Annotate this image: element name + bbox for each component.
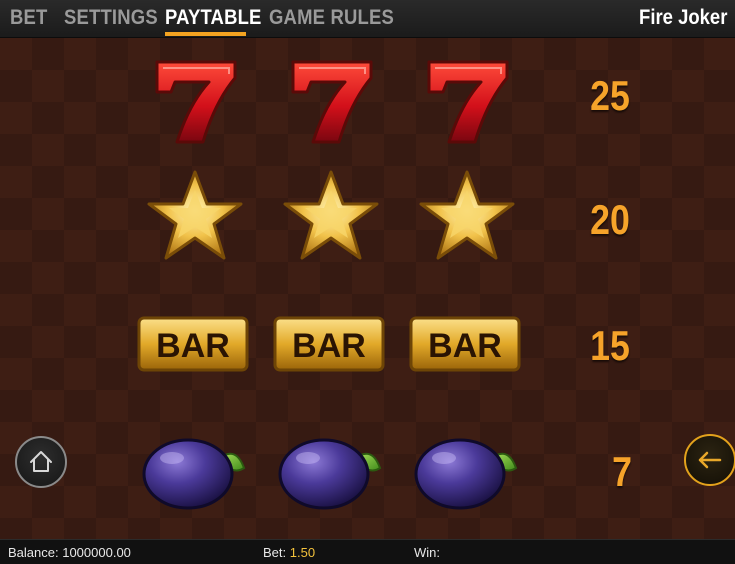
back-button[interactable] <box>684 434 735 486</box>
top-nav-bar: BET SETTINGS PAYTABLE GAME RULES Fire Jo… <box>0 0 735 38</box>
home-icon <box>30 451 52 472</box>
balance-value: 1000000.00 <box>62 545 131 560</box>
plum-icon <box>278 438 382 510</box>
paytable-row-stars: 20 <box>0 166 735 266</box>
tab-game-rules[interactable]: GAME RULES <box>269 6 394 30</box>
bar-icon: BAR <box>137 316 249 372</box>
balance-label: Balance: <box>8 545 59 560</box>
status-bar: Balance: 1000000.00 Bet: 1.50 Win: <box>0 539 735 564</box>
bet-value: 1.50 <box>289 545 316 560</box>
balance-display: Balance: 1000000.00 <box>8 545 131 560</box>
payout-value: 7 <box>612 448 632 495</box>
bar-icon: BAR <box>273 316 385 372</box>
paytable-row-sevens: 25 <box>0 52 735 152</box>
seven-icon <box>291 60 373 144</box>
star-icon <box>419 170 515 260</box>
paytable-row-bars: BAR BAR BAR 15 <box>0 294 735 394</box>
win-label: Win: <box>414 545 440 560</box>
game-title: Fire Joker <box>638 6 727 29</box>
tab-settings[interactable]: SETTINGS <box>64 6 158 30</box>
tab-paytable[interactable]: PAYTABLE <box>165 6 262 30</box>
payout-value: 20 <box>590 196 630 243</box>
payout-value: 25 <box>590 72 630 119</box>
win-display: Win: <box>414 545 440 560</box>
bar-symbol-text: BAR <box>156 327 230 365</box>
arrow-left-icon <box>698 451 722 469</box>
bet-display: Bet: 1.50 <box>263 545 315 560</box>
bar-icon: BAR <box>409 316 521 372</box>
star-icon <box>147 170 243 260</box>
home-button[interactable] <box>15 436 67 488</box>
plum-icon <box>142 438 246 510</box>
payout-value: 15 <box>590 322 630 369</box>
paytable-panel: 25 20 BAR BAR BAR 15 7 <box>0 38 735 539</box>
plum-icon <box>414 438 518 510</box>
tab-bet[interactable]: BET <box>10 6 47 30</box>
bet-label: Bet: <box>263 545 287 560</box>
seven-icon <box>155 60 237 144</box>
seven-icon <box>427 60 509 144</box>
star-icon <box>283 170 379 260</box>
paytable-row-plums: 7 <box>0 428 735 528</box>
active-tab-indicator <box>165 32 246 36</box>
bar-symbol-text: BAR <box>292 327 366 365</box>
bar-symbol-text: BAR <box>428 327 502 365</box>
